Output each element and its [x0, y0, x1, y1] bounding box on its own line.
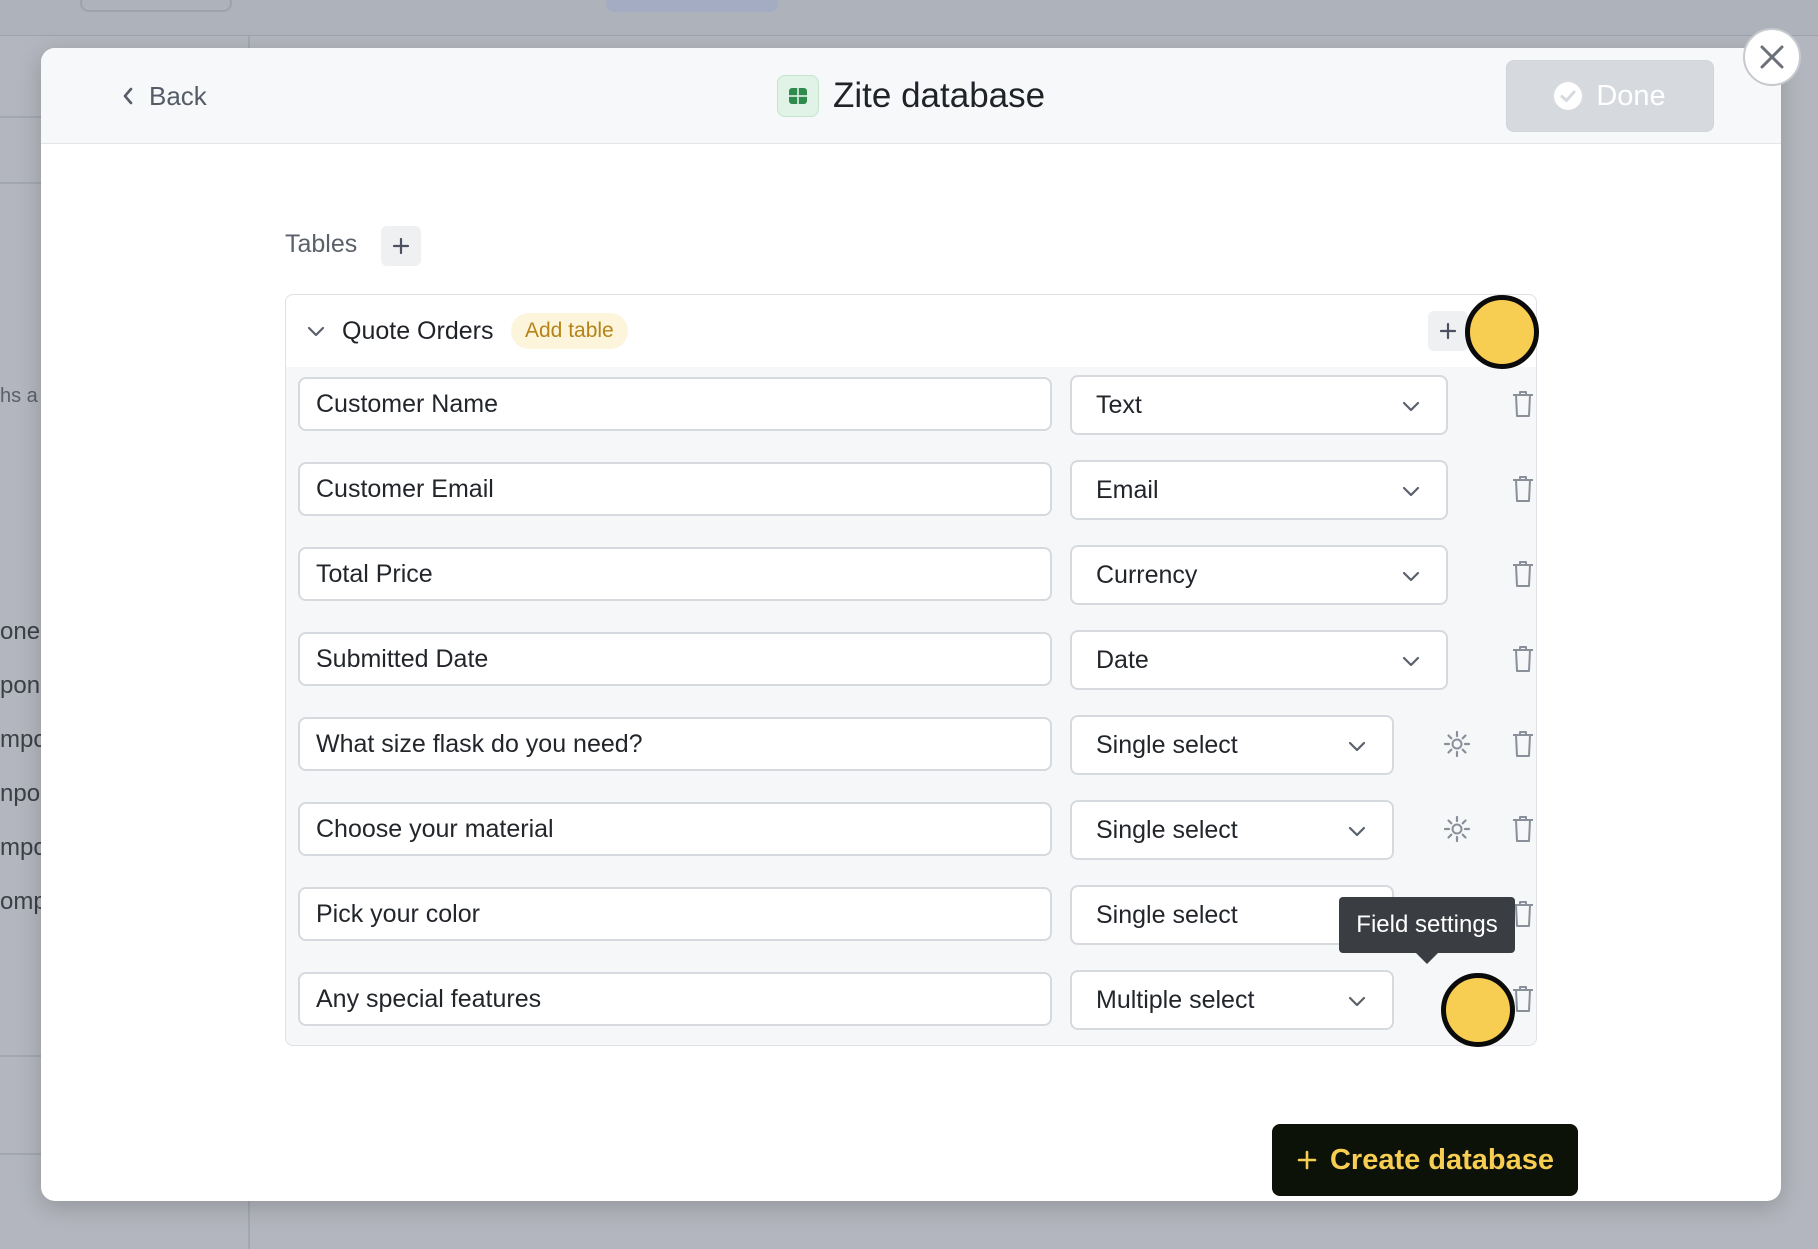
chevron-down-icon	[1348, 741, 1366, 752]
field-name-input[interactable]: Choose your material	[298, 802, 1052, 856]
trash-icon[interactable]	[1510, 559, 1536, 589]
field-type-label: Date	[1096, 645, 1149, 674]
background-text: omp	[0, 888, 47, 915]
field-type-select[interactable]: Single select	[1070, 800, 1394, 860]
add-field-button[interactable]	[1428, 311, 1468, 351]
chevron-down-icon	[1402, 571, 1420, 582]
trash-icon[interactable]	[1510, 814, 1536, 844]
field-type-label: Multiple select	[1096, 985, 1255, 1014]
field-type-label: Single select	[1096, 900, 1238, 929]
chevron-down-icon	[1348, 996, 1366, 1007]
chevron-down-icon	[1402, 656, 1420, 667]
trash-icon[interactable]	[1510, 474, 1536, 504]
field-type-select[interactable]: Email	[1070, 460, 1448, 520]
close-modal-button[interactable]	[1743, 28, 1801, 86]
background-text: mpo	[0, 726, 47, 753]
field-name-input[interactable]: Total Price	[298, 547, 1052, 601]
click-marker	[1441, 973, 1515, 1047]
table-grid-icon	[777, 75, 819, 117]
field-row: Customer Name Text	[298, 375, 1533, 435]
field-type-select[interactable]: Text	[1070, 375, 1448, 435]
background-text: hs a	[0, 385, 38, 407]
field-row: Submitted Date Date	[298, 630, 1533, 690]
table-name[interactable]: Quote Orders	[342, 317, 493, 346]
background-pill	[80, 0, 232, 12]
chevron-down-icon[interactable]	[304, 319, 328, 343]
background-text: pon	[0, 672, 41, 699]
field-type-select[interactable]: Currency	[1070, 545, 1448, 605]
field-type-select[interactable]: Date	[1070, 630, 1448, 690]
click-marker	[1465, 295, 1539, 369]
add-table-badge: Add table	[511, 313, 628, 349]
field-type-select[interactable]: Multiple select	[1070, 970, 1394, 1030]
field-name-input[interactable]: Any special features	[298, 972, 1052, 1026]
chevron-down-icon	[1402, 401, 1420, 412]
chevron-left-icon	[123, 87, 133, 105]
chevron-down-icon	[1402, 486, 1420, 497]
background-pill-active	[606, 0, 778, 12]
field-name-input[interactable]: Customer Name	[298, 377, 1052, 431]
field-type-select[interactable]: Single select	[1070, 715, 1394, 775]
trash-icon[interactable]	[1510, 729, 1536, 759]
field-name-input[interactable]: Pick your color	[298, 887, 1052, 941]
field-name-input[interactable]: What size flask do you need?	[298, 717, 1052, 771]
field-name-input[interactable]: Submitted Date	[298, 632, 1052, 686]
trash-icon[interactable]	[1510, 389, 1536, 419]
field-row: Choose your material Single select	[298, 800, 1533, 860]
add-table-button[interactable]	[381, 226, 421, 266]
field-row: Any special features Multiple select	[298, 970, 1533, 1030]
background-text: mpo	[0, 834, 47, 861]
field-type-label: Text	[1096, 390, 1142, 419]
gear-icon[interactable]	[1442, 814, 1472, 844]
field-type-label: Single select	[1096, 815, 1238, 844]
back-label: Back	[149, 80, 207, 111]
plus-icon	[1297, 1150, 1317, 1170]
gear-icon[interactable]	[1442, 729, 1472, 759]
back-button[interactable]: Back	[121, 78, 207, 114]
check-circle-icon	[1554, 82, 1583, 110]
database-modal: Back Zite database Done Tables Quote Ord…	[41, 48, 1781, 1201]
trash-icon[interactable]	[1510, 644, 1536, 674]
plus-icon	[1439, 322, 1457, 340]
field-type-label: Single select	[1096, 730, 1238, 759]
done-label: Done	[1596, 79, 1666, 112]
modal-title-group: Zite database	[777, 72, 1045, 120]
field-row: What size flask do you need? Single selec…	[298, 715, 1533, 775]
modal-title: Zite database	[833, 76, 1046, 115]
field-row: Customer Email Email	[298, 460, 1533, 520]
field-settings-tooltip: Field settings	[1339, 897, 1515, 964]
background-topbar	[0, 0, 1818, 36]
plus-icon	[392, 237, 410, 255]
field-type-label: Email	[1096, 475, 1159, 504]
close-icon	[1760, 45, 1784, 69]
field-type-label: Currency	[1096, 560, 1198, 589]
table-header: Quote Orders Add table	[286, 295, 1536, 367]
modal-header: Back Zite database Done	[41, 48, 1781, 144]
chevron-down-icon	[1348, 826, 1366, 837]
done-button[interactable]: Done	[1506, 60, 1714, 132]
create-database-button[interactable]: Create database	[1272, 1124, 1578, 1196]
create-database-label: Create database	[1329, 1143, 1555, 1176]
field-row: Total Price Currency	[298, 545, 1533, 605]
tables-label: Tables	[285, 230, 358, 258]
field-name-input[interactable]: Customer Email	[298, 462, 1052, 516]
